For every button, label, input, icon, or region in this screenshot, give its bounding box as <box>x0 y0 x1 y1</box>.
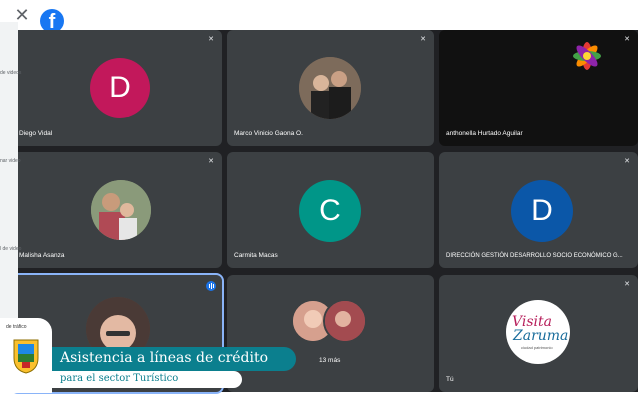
participant-name: Diego Vidal <box>19 130 53 137</box>
banner-title: Asistencia a líneas de crédito <box>60 350 269 366</box>
speaking-indicator-icon <box>206 281 216 291</box>
visita-zaruma-logo: Visita Zaruma ciudad patrimonio <box>506 300 570 364</box>
mic-off-icon: ✕ <box>624 158 630 165</box>
left-sidebar-panel: de videos nar video l de video <box>0 22 22 322</box>
avatar: D <box>511 180 573 242</box>
participant-name: anthonella Hurtado Aguilar <box>446 130 523 137</box>
participant-name: Marco Vinicio Gaona O. <box>234 130 303 137</box>
participant-tile-anthonella[interactable]: ✕ anthonella Hurtado Aguilar <box>439 30 638 146</box>
avatar-photo <box>323 299 367 343</box>
more-participants-count: 13 más <box>319 357 341 364</box>
mic-off-icon: ✕ <box>208 36 214 43</box>
participant-tile-direccion[interactable]: D ✕ DIRECCIÓN GESTIÓN DESARROLLO SOCIO E… <box>439 152 638 268</box>
sidebar-text: l de video <box>0 246 22 252</box>
lower-third-banner: de tráfico Asistencia a líneas de crédit… <box>0 318 300 395</box>
sidebar-text: nar video <box>0 158 21 164</box>
participant-tile-carmita[interactable]: C Carmita Macas <box>227 152 434 268</box>
participant-name: Carmita Macas <box>234 252 278 259</box>
banner-title-bar: Asistencia a líneas de crédito <box>52 347 296 371</box>
logo-text: ciudad patrimonio <box>521 345 553 350</box>
participant-tile-malisha[interactable]: ✕ Malisha Asanza <box>12 152 222 268</box>
crest-caption: de tráfico <box>6 324 27 330</box>
flower-logo-icon <box>573 42 601 70</box>
avatar: C <box>299 180 361 242</box>
participant-tile-diego[interactable]: D ✕ Diego Vidal <box>12 30 222 146</box>
top-bar: ✕ f <box>0 0 638 33</box>
mic-off-icon: ✕ <box>208 158 214 165</box>
participant-name: Tú <box>446 376 454 383</box>
banner-subtitle: para el sector Turístico <box>60 373 179 384</box>
municipal-crest-icon <box>13 339 39 374</box>
avatar-photo <box>299 57 361 119</box>
mic-off-icon: ✕ <box>420 36 426 43</box>
participant-name: Malisha Asanza <box>19 252 65 259</box>
avatar-photo <box>91 180 151 240</box>
mic-off-icon: ✕ <box>624 36 630 43</box>
participant-tile-marco[interactable]: ✕ Marco Vinicio Gaona O. <box>227 30 434 146</box>
participant-name: DIRECCIÓN GESTIÓN DESARROLLO SOCIO ECONÓ… <box>446 253 623 259</box>
crest-panel: de tráfico <box>0 318 52 393</box>
avatar: D <box>90 58 150 118</box>
logo-text: Zaruma <box>513 328 569 344</box>
mic-off-icon: ✕ <box>624 281 630 288</box>
banner-subtitle-bar: para el sector Turístico <box>52 371 242 388</box>
sidebar-text: de videos <box>0 70 22 76</box>
